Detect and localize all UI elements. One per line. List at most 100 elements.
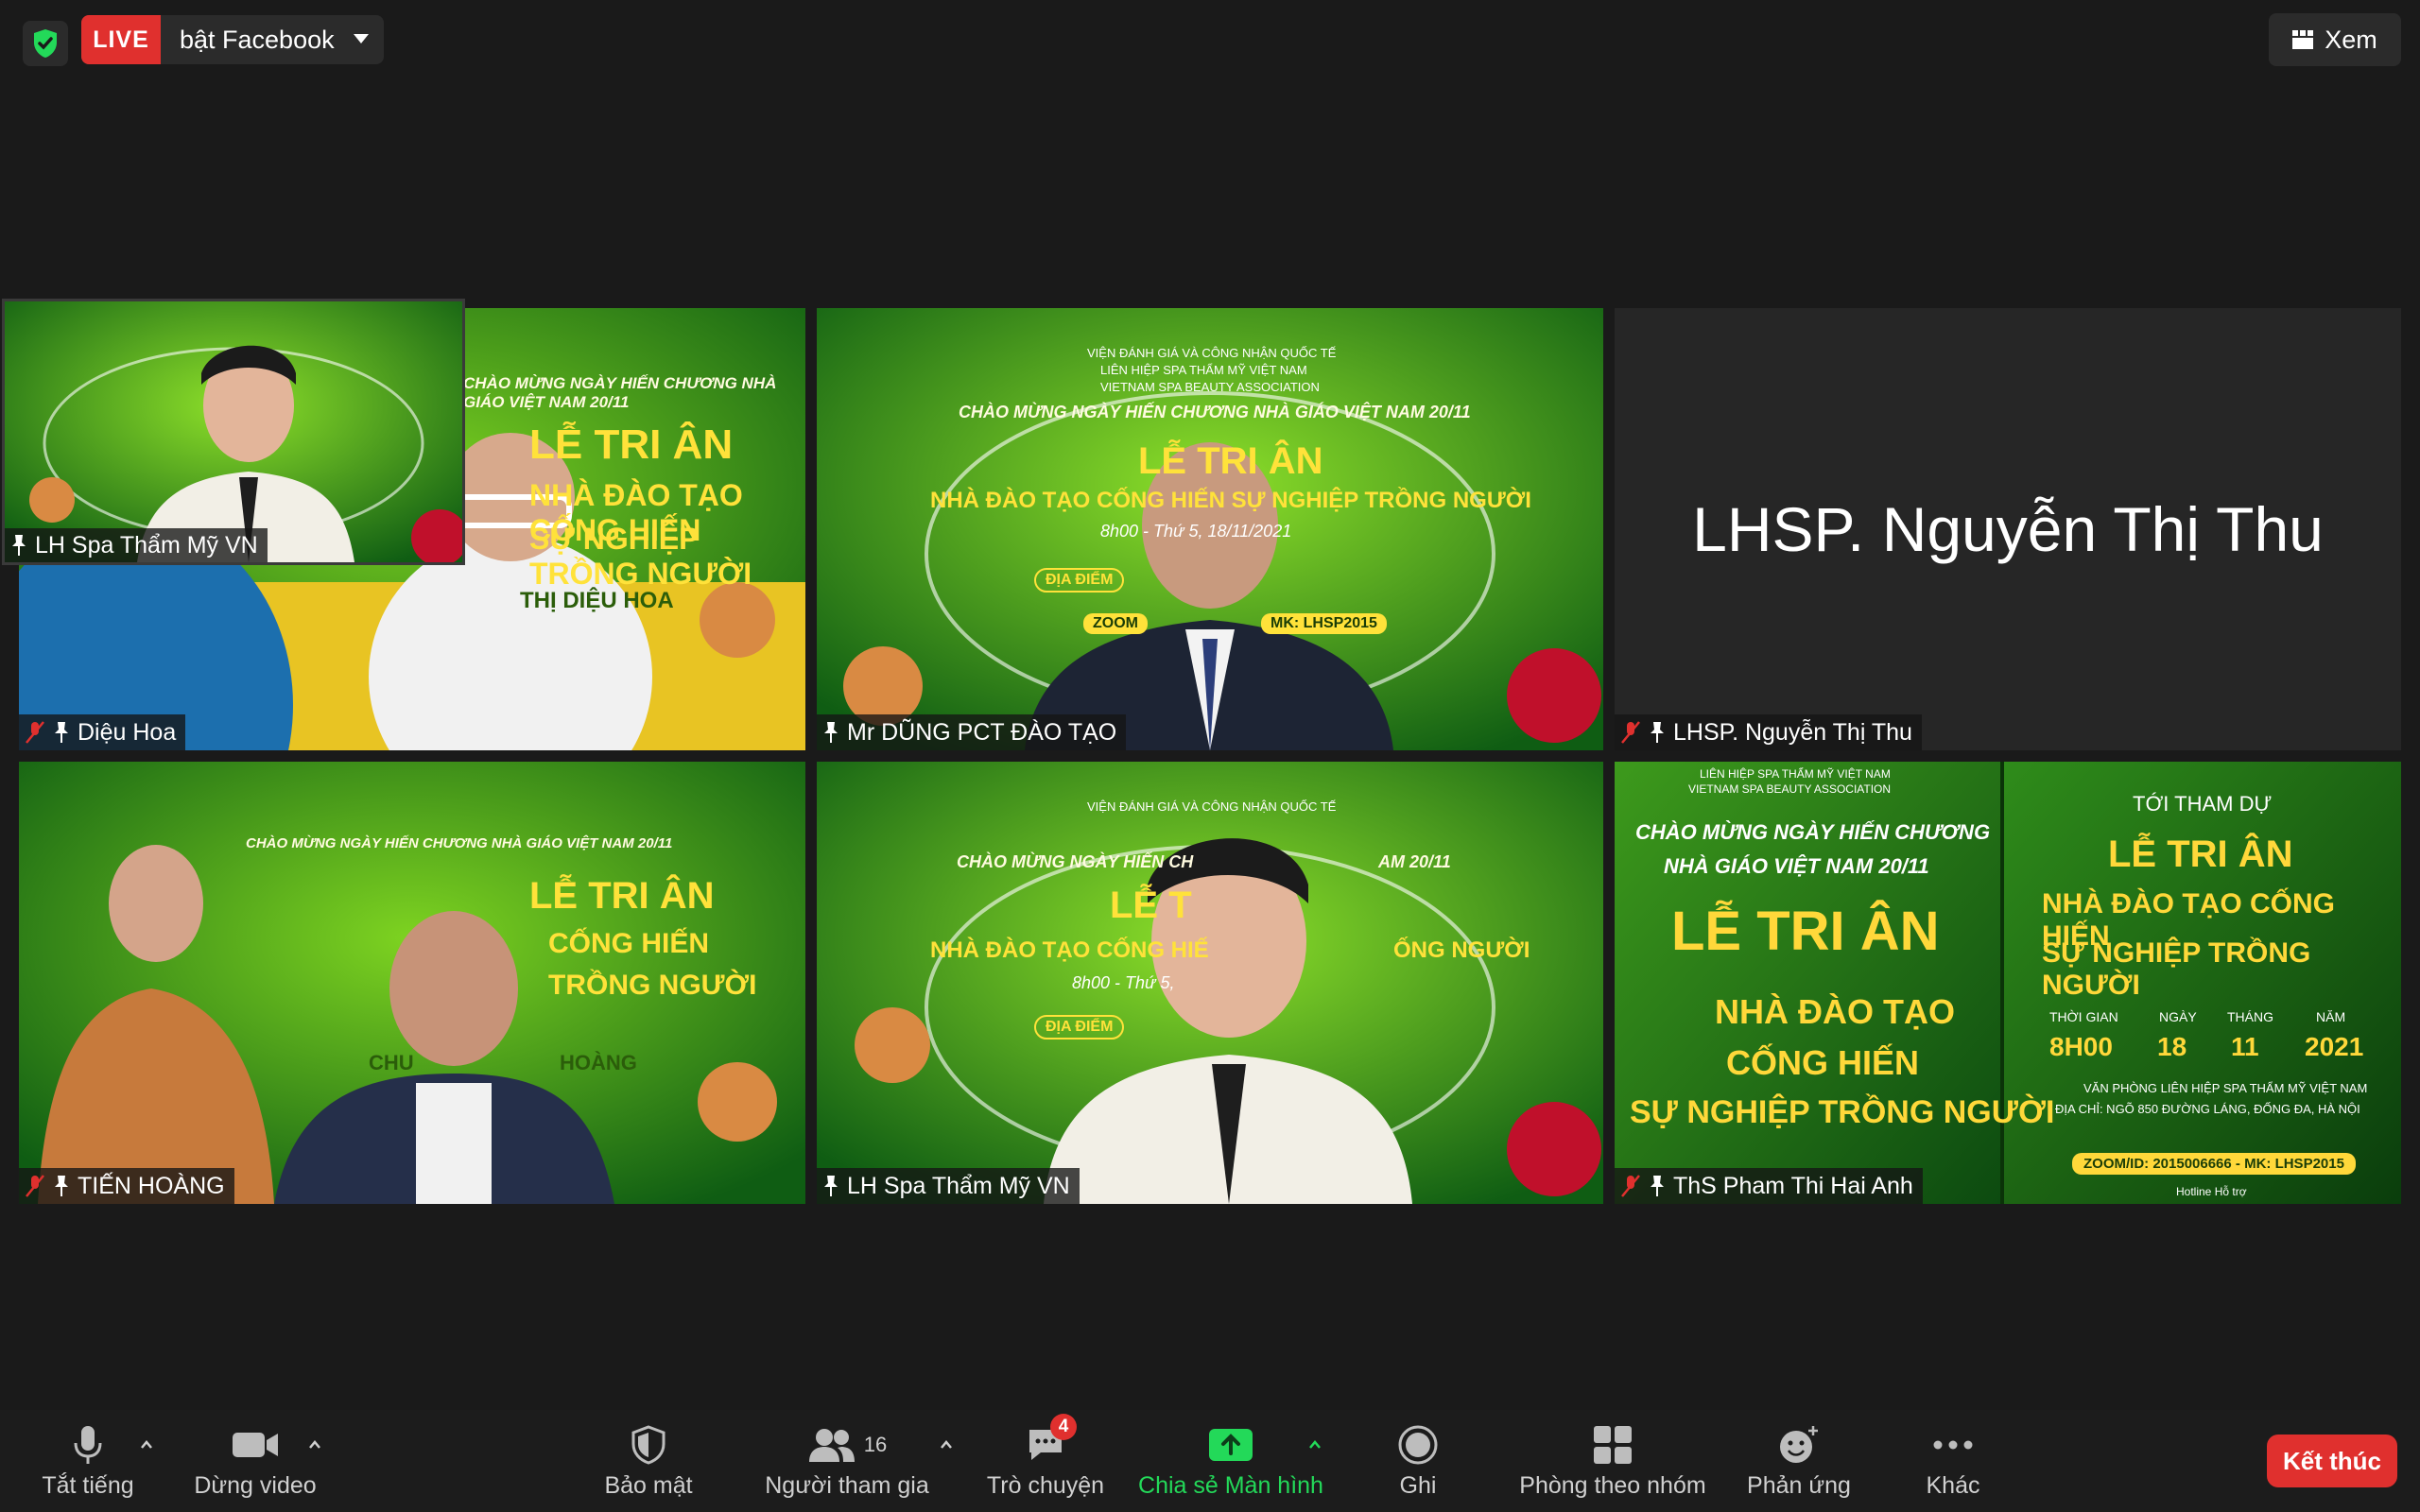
poster-zoom: ZOOM/ID: 2015006666 - MK: LHSP2015 — [2072, 1153, 2356, 1175]
banner-subtitle: AM 20/11 — [1378, 852, 1451, 871]
banner-line: NHÀ ĐÀO TẠO CỐNG HIẾN SỰ NGHIỆP TRỒNG NG… — [930, 488, 1531, 513]
participant-tile[interactable]: LHSP. Nguyễn Thị Thu LHSP. Nguyễn Thị Th… — [1615, 308, 2401, 750]
live-stream-button[interactable]: LIVE bật Facebook — [81, 15, 384, 64]
pin-icon — [1651, 722, 1664, 743]
banner-zoom: ZOOM — [1083, 613, 1148, 634]
end-meeting-button[interactable]: Kết thúc — [2267, 1435, 2397, 1487]
participants-icon-wrap: 16 — [807, 1423, 887, 1467]
participant-tile[interactable]: LIÊN HIỆP SPA THẨM MỸ VIỆT NAM VIETNAM S… — [1615, 762, 2401, 1204]
participant-tile[interactable]: CHÀO MỪNG NGÀY HIẾN CHƯƠNG NHÀ GIÁO VIỆT… — [19, 762, 805, 1204]
record-label: Ghi — [1399, 1472, 1437, 1499]
chevron-up-icon[interactable] — [1308, 1438, 1322, 1452]
record-button[interactable]: Ghi — [1380, 1423, 1456, 1503]
participant-name-tag: Mr DŨNG PCT ĐÀO TẠO — [817, 714, 1127, 750]
chevron-down-icon[interactable] — [354, 34, 369, 43]
share-icon-wrap — [1207, 1423, 1254, 1467]
view-label: Xem — [2325, 25, 2377, 54]
poster-time: 8H00 — [2049, 1032, 2113, 1061]
banner-date: 8h00 - Thứ 5, 18/11/2021 — [1100, 522, 1292, 541]
stop-video-button[interactable]: Dừng video — [187, 1423, 323, 1503]
chevron-up-icon[interactable] — [940, 1438, 953, 1452]
security-button[interactable]: Bảo mật — [592, 1423, 705, 1503]
self-view[interactable]: LH Spa Thẩm Mỹ VN — [2, 299, 465, 565]
reactions-button[interactable]: Phản ứng — [1739, 1423, 1858, 1503]
poster-office: VĂN PHÒNG LIÊN HIỆP SPA THẨM MỸ VIỆT NAM — [2083, 1081, 2368, 1095]
poster-month: 11 — [2231, 1032, 2259, 1061]
participant-name: LHSP. Nguyễn Thị Thu — [1673, 718, 1912, 746]
reactions-icon-wrap — [1777, 1423, 1821, 1467]
banner-name: HOÀNG — [560, 1051, 637, 1074]
mute-button[interactable]: Tắt tiếng — [36, 1423, 140, 1503]
grid-view-icon — [2292, 30, 2314, 49]
self-view-name: LH Spa Thẩm Mỹ VN — [35, 531, 258, 558]
banner-name: THỊ DIỆU HOA — [520, 588, 674, 613]
poster-subtitle: NHÀ GIÁO VIỆT NAM 20/11 — [1664, 854, 1929, 878]
banner-line: CỐNG HIẾN — [548, 928, 710, 959]
poster-address: ĐỊA CHỈ: NGÕ 850 ĐƯỜNG LÁNG, ĐỐNG ĐA, HÀ… — [2055, 1102, 2360, 1116]
banner-title: LỄ TRI ÂN — [1138, 440, 1323, 482]
mic-off-icon — [1621, 1175, 1640, 1197]
poster-line: SỰ NGHIỆP TRỒNG NGƯỜI — [2042, 937, 2311, 1001]
chat-icon-wrap: 4 — [1026, 1414, 1077, 1467]
chevron-up-icon[interactable] — [308, 1438, 321, 1452]
self-video-feed — [5, 301, 462, 562]
share-screen-button[interactable]: Chia sẻ Màn hình — [1134, 1423, 1327, 1503]
mic-off-icon — [26, 721, 44, 744]
poster-label: NĂM — [2316, 1009, 2346, 1024]
banner-header: LIÊN HIỆP SPA THẨM MỸ VIỆT NAM — [1100, 363, 1307, 377]
video-feed — [817, 762, 1603, 1204]
mute-icon-wrap — [72, 1423, 104, 1467]
video-icon-wrap — [231, 1423, 280, 1467]
microphone-icon — [74, 1426, 102, 1464]
live-destination: bật Facebook — [180, 26, 335, 54]
banner-line: ỐNG NGƯỜI — [1393, 937, 1530, 963]
view-button[interactable]: Xem — [2269, 13, 2401, 66]
people-icon — [808, 1429, 855, 1462]
chat-button[interactable]: 4 Trò chuyện — [983, 1414, 1108, 1503]
record-icon — [1398, 1425, 1438, 1465]
poster-label: THỜI GIAN — [2049, 1009, 2118, 1024]
participant-name: ThS Pham Thi Hai Anh — [1673, 1172, 1913, 1199]
share-screen-icon — [1209, 1429, 1253, 1461]
participants-label: Người tham gia — [765, 1472, 929, 1499]
banner-subtitle: CHÀO MỪNG NGÀY HIẾN CHƯƠNG NHÀ GIÁO VIỆT… — [463, 374, 777, 411]
more-label: Khác — [1926, 1472, 1980, 1499]
participants-button[interactable]: 16 Người tham gia — [762, 1423, 932, 1503]
banner-line: NHÀ ĐÀO TẠO CỐNG HIẾ — [930, 937, 1209, 963]
poster-invite: TỚI THAM DỰ — [2133, 792, 2273, 816]
more-dots-icon — [1933, 1440, 1973, 1450]
more-button[interactable]: Khác — [1913, 1423, 1993, 1503]
stop-video-label: Dừng video — [194, 1472, 317, 1499]
participant-name: LH Spa Thẩm Mỹ VN — [847, 1172, 1070, 1199]
poster-title: LỄ TRI ÂN — [2108, 833, 2293, 875]
banner-header: VIỆN ĐÁNH GIÁ VÀ CÔNG NHẬN QUỐC TẾ — [1087, 346, 1337, 360]
pin-icon — [1651, 1176, 1664, 1196]
banner-subtitle: CHÀO MỪNG NGÀY HIẾN CH — [957, 852, 1194, 871]
record-icon-wrap — [1397, 1423, 1439, 1467]
security-shield-icon[interactable] — [23, 21, 68, 66]
chat-label: Trò chuyện — [986, 1472, 1105, 1499]
poster-year: 2021 — [2305, 1032, 2364, 1061]
poster-header: LIÊN HIỆP SPA THẨM MỸ VIỆT NAM — [1700, 767, 1891, 781]
poster-title: LỄ TRI ÂN — [1671, 901, 1940, 962]
participant-tile[interactable]: VIỆN ĐÁNH GIÁ VÀ CÔNG NHẬN QUỐC TẾ CHÀO … — [817, 762, 1603, 1204]
mic-off-icon — [1621, 721, 1640, 744]
more-icon-wrap — [1932, 1423, 1974, 1467]
participant-name-tag: TIẾN HOÀNG — [19, 1168, 234, 1204]
banner-line: TRỒNG NGƯỜI — [548, 970, 757, 1001]
banner-header: VIETNAM SPA BEAUTY ASSOCIATION — [1100, 380, 1320, 394]
participant-tile[interactable]: VIỆN ĐÁNH GIÁ VÀ CÔNG NHẬN QUỐC TẾ LIÊN … — [817, 308, 1603, 750]
chevron-up-icon[interactable] — [140, 1438, 153, 1452]
poster-label: NGÀY — [2159, 1009, 2197, 1024]
live-badge: LIVE — [81, 15, 161, 64]
participant-name-tag: LH Spa Thẩm Mỹ VN — [817, 1168, 1080, 1204]
poster-line: CỐNG HIẾN — [1726, 1043, 1920, 1082]
banner-line: SỰ NGHIỆP TRỒNG NGƯỜI — [529, 522, 752, 591]
pin-icon — [55, 722, 68, 743]
participant-display-name: LHSP. Nguyễn Thị Thu — [1692, 494, 2324, 564]
participant-name: Diệu Hoa — [78, 718, 177, 746]
emoji-add-icon — [1780, 1426, 1818, 1463]
breakout-rooms-button[interactable]: Phòng theo nhóm — [1509, 1423, 1717, 1503]
participant-name: TIẾN HOÀNG — [78, 1172, 225, 1199]
breakout-rooms-label: Phòng theo nhóm — [1519, 1472, 1706, 1499]
